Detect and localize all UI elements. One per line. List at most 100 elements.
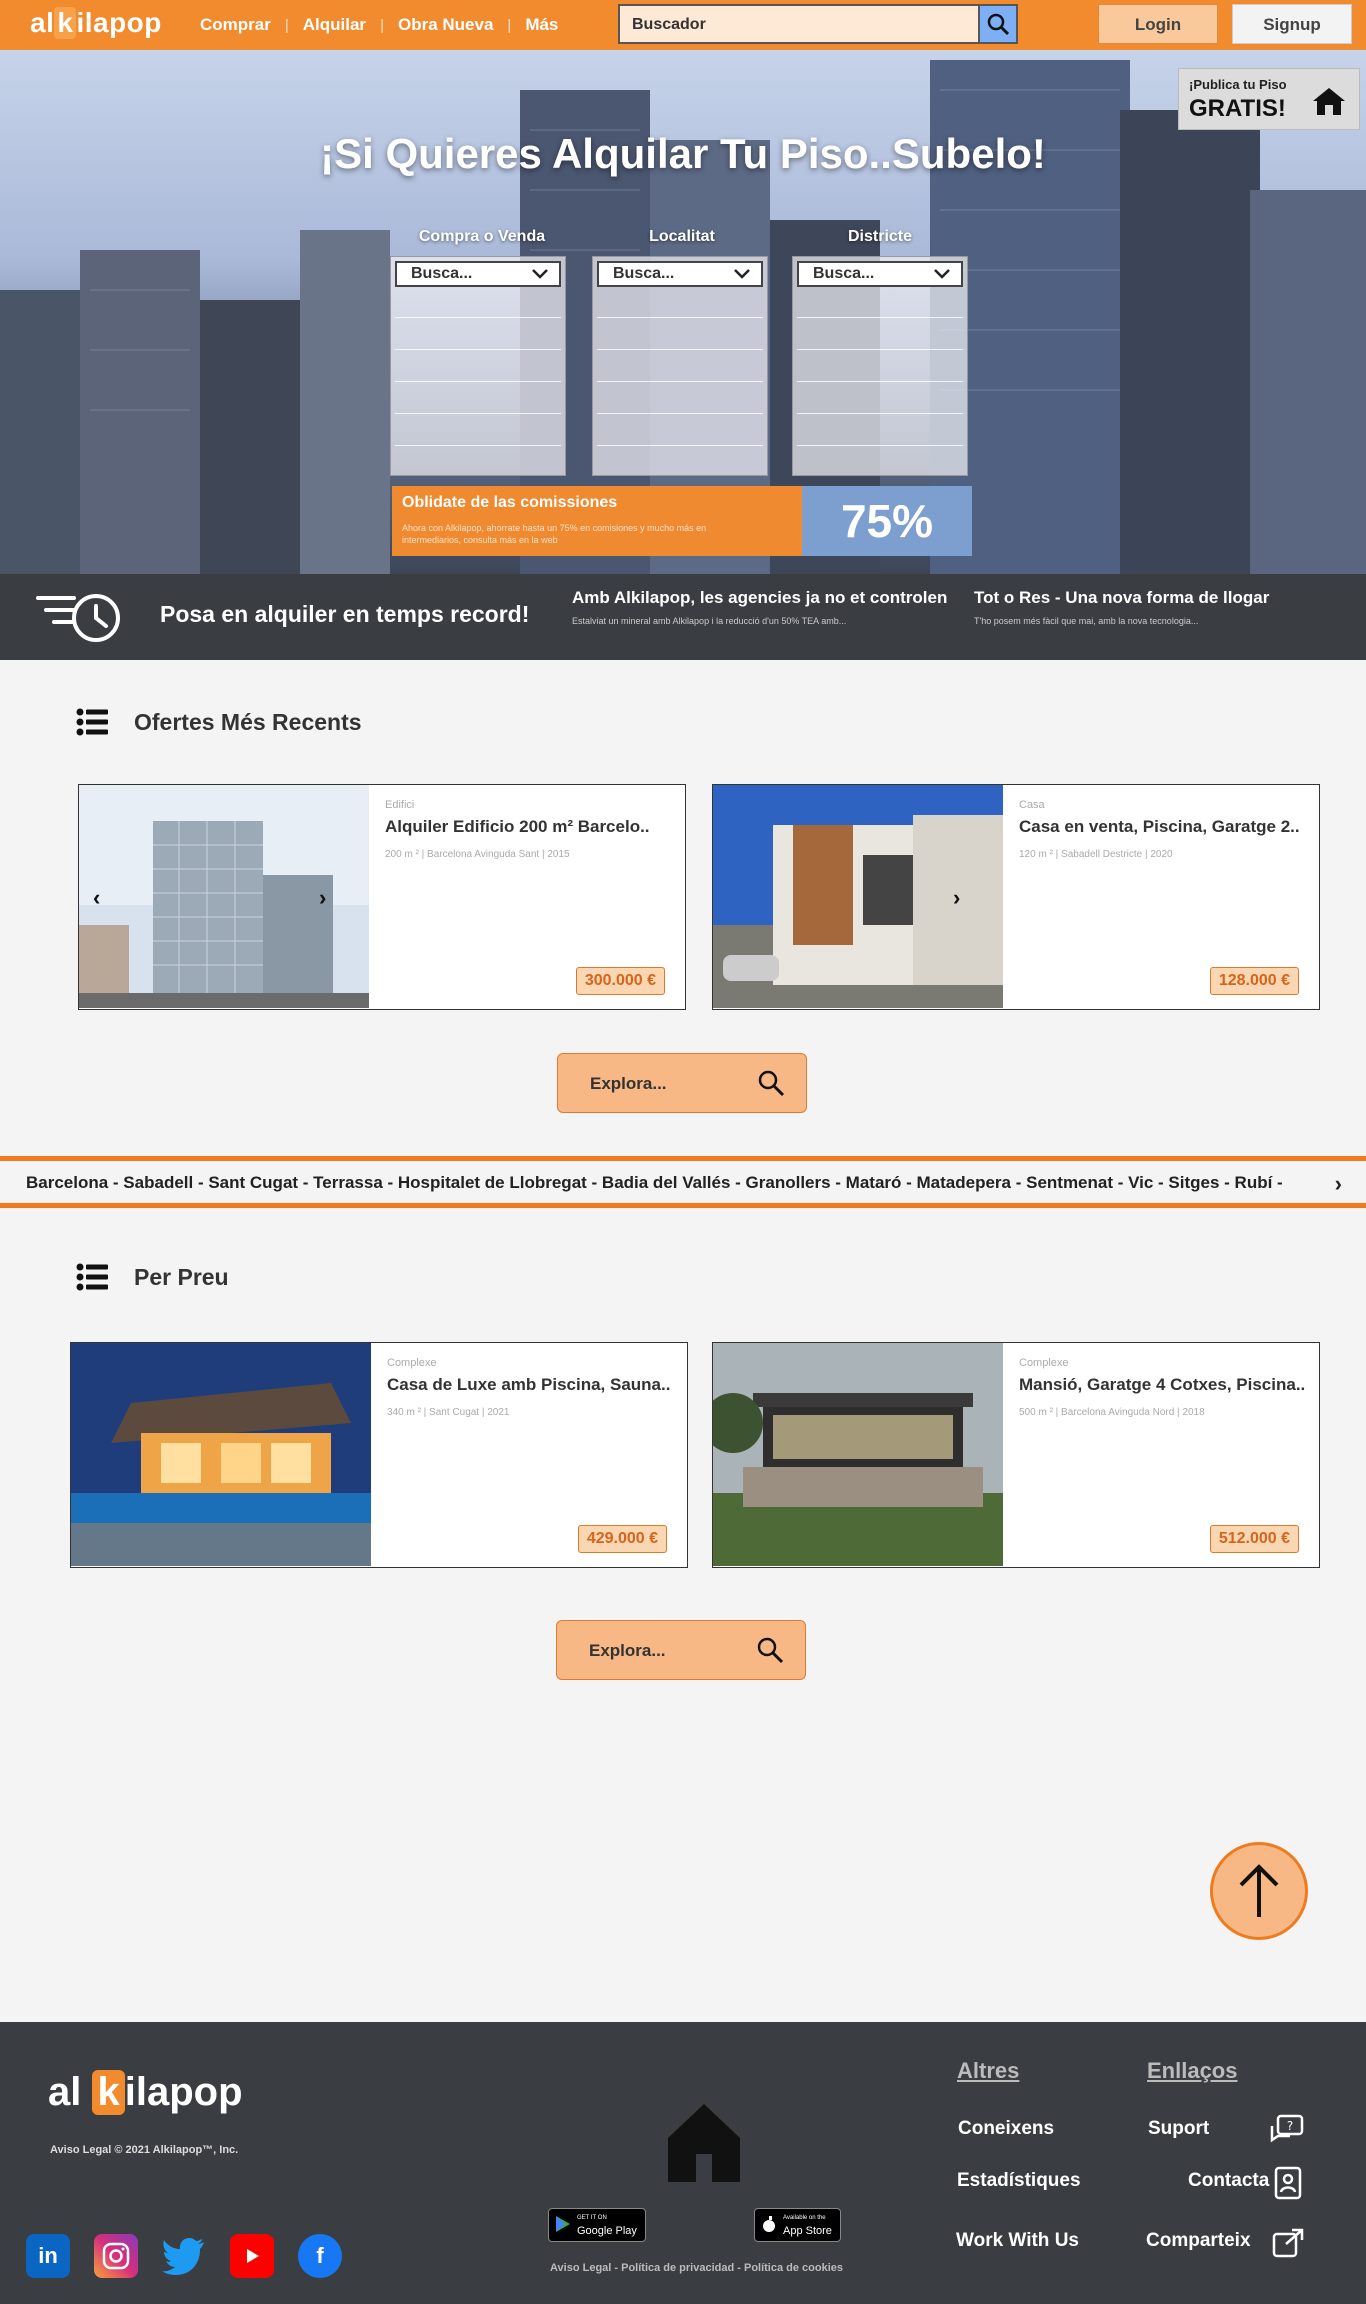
filter-type: Busca... <box>390 256 566 476</box>
next-image-arrow[interactable]: › <box>319 885 326 911</box>
cities-list[interactable]: Barcelona - Sabadell - Sant Cugat - Terr… <box>26 1173 1283 1193</box>
filter-city: Busca... <box>592 256 768 476</box>
property-name[interactable]: Casa en venta, Piscina, Garatge 2.. <box>1019 817 1300 837</box>
search-icon <box>758 1070 785 1097</box>
house-icon <box>668 2104 740 2182</box>
filter-district-select[interactable]: Busca... <box>797 261 963 287</box>
instagram-icon[interactable] <box>94 2234 138 2278</box>
facebook-icon[interactable]: f <box>298 2234 342 2278</box>
property-name[interactable]: Casa de Luxe amb Piscina, Sauna.. <box>387 1375 670 1395</box>
footer-link-comparteix[interactable]: Comparteix <box>1146 2230 1251 2252</box>
section-title: Ofertes Més Recents <box>134 708 362 735</box>
contact-card-icon <box>1274 2166 1302 2200</box>
main-nav: Comprar | Alquilar | Obra Nueva | Más <box>200 15 572 35</box>
property-image <box>713 1343 1003 1566</box>
footer-logo[interactable]: al k ilapop <box>48 2070 243 2115</box>
app-store-badge[interactable]: Available on the App Store <box>754 2208 841 2242</box>
youtube-icon[interactable] <box>230 2234 274 2278</box>
nav-obra-nueva[interactable]: Obra Nueva <box>384 15 507 35</box>
property-name[interactable]: Mansió, Garatge 4 Cotxes, Piscina.. <box>1019 1375 1305 1395</box>
apple-icon <box>763 2216 775 2232</box>
property-card[interactable]: ‹ › Edifici Alquiler Edificio 200 m² Bar… <box>78 784 686 1010</box>
search-icon <box>757 1637 784 1664</box>
prev-image-arrow[interactable]: ‹ <box>93 885 100 911</box>
property-category: Complexe <box>1019 1357 1069 1369</box>
nav-mas[interactable]: Más <box>511 15 572 35</box>
google-play-badge[interactable]: GET IT ON Google Play <box>548 2208 646 2242</box>
footer-link-coneixens[interactable]: Coneixens <box>958 2118 1054 2140</box>
property-price: 512.000 € <box>1209 1525 1299 1553</box>
explore-button[interactable]: Explora... <box>556 1620 806 1680</box>
chevron-down-icon <box>734 269 750 279</box>
arrow-up-icon <box>1239 1864 1279 1917</box>
filter-district: Busca... <box>792 256 968 476</box>
strip-col-tot-o-res[interactable]: Tot o Res - Una nova forma de llogar T'h… <box>974 588 1269 626</box>
chevron-down-icon <box>934 269 950 279</box>
property-category: Casa <box>1019 799 1045 811</box>
property-meta: 500 m ² | Barcelona Avinguda Nord | 2018 <box>1019 1407 1205 1418</box>
footer-link-work-with-us[interactable]: Work With Us <box>956 2230 1079 2252</box>
commission-promo[interactable]: Oblidate de las comissiones Ahora con Al… <box>392 486 972 556</box>
strip-col-agencies[interactable]: Amb Alkilapop, les agencies ja no et con… <box>572 588 947 626</box>
filter-label-type: Compra o Venda <box>418 228 546 245</box>
list-icon <box>76 1263 108 1291</box>
property-price: 300.000 € <box>575 967 665 995</box>
scroll-to-top-button[interactable] <box>1210 1842 1308 1940</box>
login-button[interactable]: Login <box>1098 4 1218 44</box>
search-button[interactable] <box>978 6 1016 42</box>
cities-ticker: Barcelona - Sabadell - Sant Cugat - Terr… <box>0 1156 1366 1208</box>
filter-type-select[interactable]: Busca... <box>395 261 561 287</box>
property-category: Complexe <box>387 1357 437 1369</box>
property-card[interactable]: Complexe Mansió, Garatge 4 Cotxes, Pisci… <box>712 1342 1320 1568</box>
chevron-down-icon <box>532 269 548 279</box>
footer-link-suport[interactable]: Suport <box>1148 2118 1209 2140</box>
footer-col-enllacos-title: Enllaços <box>1147 2058 1238 2083</box>
next-image-arrow[interactable]: › <box>953 885 960 911</box>
twitter-icon[interactable] <box>162 2234 206 2278</box>
list-icon <box>76 708 108 736</box>
property-name[interactable]: Alquiler Edificio 200 m² Barcelo.. <box>385 817 650 837</box>
property-image <box>71 1343 371 1566</box>
property-meta: 120 m ² | Sabadell Destricte | 2020 <box>1019 849 1173 860</box>
property-category: Edifici <box>385 799 415 811</box>
logo[interactable]: al k ilapop <box>30 7 162 39</box>
section-title: Per Preu <box>134 1263 229 1290</box>
linkedin-icon[interactable]: in <box>26 2234 70 2278</box>
share-icon <box>1272 2228 1304 2258</box>
nav-comprar[interactable]: Comprar <box>200 15 285 35</box>
filter-label-city: Localitat <box>649 228 715 245</box>
publica-line2: GRATIS! <box>1189 95 1286 122</box>
svg-text:?: ? <box>1287 2119 1293 2133</box>
support-chat-icon: ? <box>1270 2114 1304 2143</box>
info-strip: Posa en alquiler en temps record! Amb Al… <box>0 574 1366 660</box>
property-price: 128.000 € <box>1209 967 1299 995</box>
fast-clock-icon <box>36 594 120 642</box>
footer-copyright: Aviso Legal © 2021 Alkilapop™, Inc. <box>50 2144 239 2156</box>
footer: al k ilapop Aviso Legal © 2021 Alkilapop™… <box>0 2022 1366 2304</box>
signup-button[interactable]: Signup <box>1232 4 1352 44</box>
property-price: 429.000 € <box>577 1525 667 1553</box>
footer-link-estadistiques[interactable]: Estadístiques <box>957 2170 1081 2192</box>
publica-line1: ¡Publica tu Piso <box>1189 77 1287 92</box>
hero-title: ¡Si Quieres Alquilar Tu Piso..Subelo! <box>320 130 1046 177</box>
publish-free-button[interactable]: ¡Publica tu Piso GRATIS! <box>1178 68 1360 130</box>
property-meta: 200 m ² | Barcelona Avinguda Sant | 2015 <box>385 849 570 860</box>
filter-city-select[interactable]: Busca... <box>597 261 763 287</box>
search-placeholder: Buscador <box>632 16 706 33</box>
property-card[interactable]: Complexe Casa de Luxe amb Piscina, Sauna… <box>70 1342 688 1568</box>
google-play-icon <box>556 2216 570 2232</box>
promo-text: Ahora con Alkilapop, ahorrate hasta un 7… <box>402 523 707 545</box>
promo-percent: 75% <box>802 486 972 556</box>
hero-banner: ¡Si Quieres Alquilar Tu Piso..Subelo! ¡P… <box>0 50 1366 574</box>
filter-label-district: Districte <box>847 228 913 245</box>
recent-offers-header: Ofertes Més Recents <box>76 708 362 736</box>
legal-links[interactable]: Aviso Legal - Política de privacidad - P… <box>550 2262 843 2274</box>
strip-main-text: Posa en alquiler en temps record! <box>160 601 530 627</box>
footer-link-contacta[interactable]: Contacta <box>1188 2170 1269 2192</box>
chevron-right-icon[interactable]: › <box>1335 1171 1342 1197</box>
property-card[interactable]: › Casa Casa en venta, Piscina, Garatge 2… <box>712 784 1320 1010</box>
search-input[interactable]: Buscador <box>618 4 1018 44</box>
nav-alquilar[interactable]: Alquilar <box>289 15 380 35</box>
explore-button[interactable]: Explora... <box>557 1053 807 1113</box>
price-section-header: Per Preu <box>76 1263 229 1291</box>
